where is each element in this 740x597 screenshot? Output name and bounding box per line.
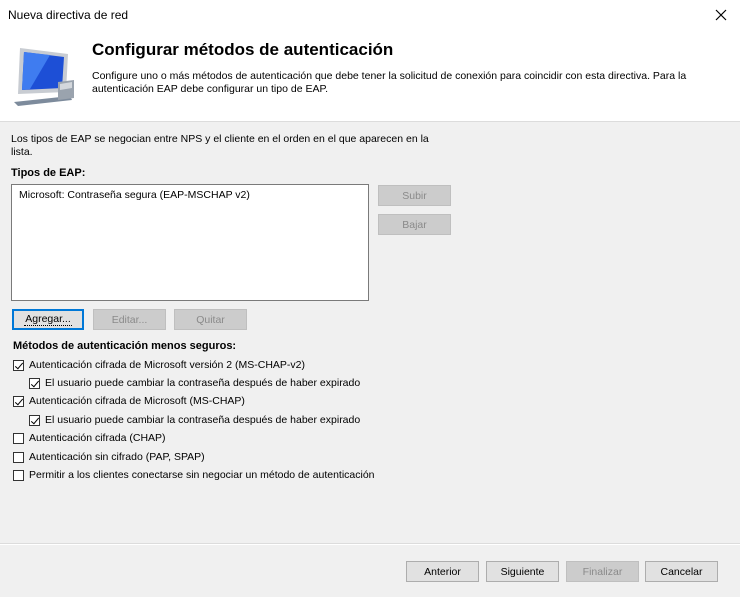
add-label: Agregar...: [24, 313, 72, 326]
ms-chap-checkbox[interactable]: [13, 395, 24, 407]
less-secure-methods-label: Métodos de autenticación menos seguros:: [13, 340, 237, 352]
ms-chap-v2-checkbox[interactable]: [13, 359, 24, 371]
window-title: Nueva directiva de red: [8, 8, 129, 22]
ms-chap-v2-change-password-label: El usuario puede cambiar la contraseña d…: [45, 377, 361, 389]
back-label: Anterior: [424, 565, 461, 578]
computer-monitor-icon: [10, 44, 76, 106]
remove-button[interactable]: Quitar: [174, 309, 247, 330]
add-button[interactable]: Agregar...: [12, 309, 84, 330]
finish-button[interactable]: Finalizar: [566, 561, 639, 582]
pap-spap-label: Autenticación sin cifrado (PAP, SPAP): [29, 451, 205, 463]
eap-types-label: Tipos de EAP:: [11, 167, 86, 179]
page-description: Configure uno o más métodos de autentica…: [92, 70, 687, 95]
no-auth-option[interactable]: Permitir a los clientes conectarse sin n…: [13, 469, 375, 481]
close-icon[interactable]: [710, 4, 732, 26]
page-title: Configurar métodos de autenticación: [92, 40, 394, 59]
edit-label: Editar...: [111, 313, 148, 326]
back-button[interactable]: Anterior: [406, 561, 479, 582]
title-bar: Nueva directiva de red: [0, 0, 740, 30]
ms-chap-v2-change-password-option[interactable]: El usuario puede cambiar la contraseña d…: [29, 377, 360, 389]
pap-spap-option[interactable]: Autenticación sin cifrado (PAP, SPAP): [13, 451, 205, 463]
ms-chap-change-password-option[interactable]: El usuario puede cambiar la contraseña d…: [29, 414, 360, 426]
chap-option[interactable]: Autenticación cifrada (CHAP): [13, 432, 166, 444]
footer-divider-highlight: [0, 544, 740, 545]
move-up-button[interactable]: Subir: [378, 185, 451, 206]
ms-chap-change-password-label: El usuario puede cambiar la contraseña d…: [45, 414, 361, 426]
move-down-button[interactable]: Bajar: [378, 214, 451, 235]
no-auth-checkbox[interactable]: [13, 469, 24, 481]
move-up-label: Subir: [402, 189, 427, 202]
ms-chap-change-password-checkbox[interactable]: [29, 414, 40, 426]
remove-label: Quitar: [196, 313, 225, 326]
ms-chap-v2-change-password-checkbox[interactable]: [29, 377, 40, 389]
ms-chap-label: Autenticación cifrada de Microsoft (MS-C…: [29, 395, 245, 407]
header-panel: Configurar métodos de autenticación Conf…: [0, 30, 740, 121]
header-divider: [0, 121, 740, 122]
ms-chap-v2-label: Autenticación cifrada de Microsoft versi…: [29, 359, 306, 371]
no-auth-label: Permitir a los clientes conectarse sin n…: [29, 469, 375, 481]
ms-chap-v2-option[interactable]: Autenticación cifrada de Microsoft versi…: [13, 359, 305, 371]
cancel-button[interactable]: Cancelar: [645, 561, 718, 582]
eap-intro-text: Los tipos de EAP se negocian entre NPS y…: [11, 133, 429, 158]
finish-label: Finalizar: [582, 565, 623, 578]
pap-spap-checkbox[interactable]: [13, 451, 24, 463]
chap-checkbox[interactable]: [13, 432, 24, 444]
next-label: Siguiente: [500, 565, 545, 578]
list-item[interactable]: Microsoft: Contraseña segura (EAP-MSCHAP…: [19, 189, 250, 201]
ms-chap-option[interactable]: Autenticación cifrada de Microsoft (MS-C…: [13, 395, 245, 407]
next-button[interactable]: Siguiente: [486, 561, 559, 582]
chap-label: Autenticación cifrada (CHAP): [29, 432, 166, 444]
eap-types-list[interactable]: Microsoft: Contraseña segura (EAP-MSCHAP…: [11, 184, 369, 301]
move-down-label: Bajar: [402, 218, 427, 231]
edit-button[interactable]: Editar...: [93, 309, 166, 330]
cancel-label: Cancelar: [660, 565, 703, 578]
